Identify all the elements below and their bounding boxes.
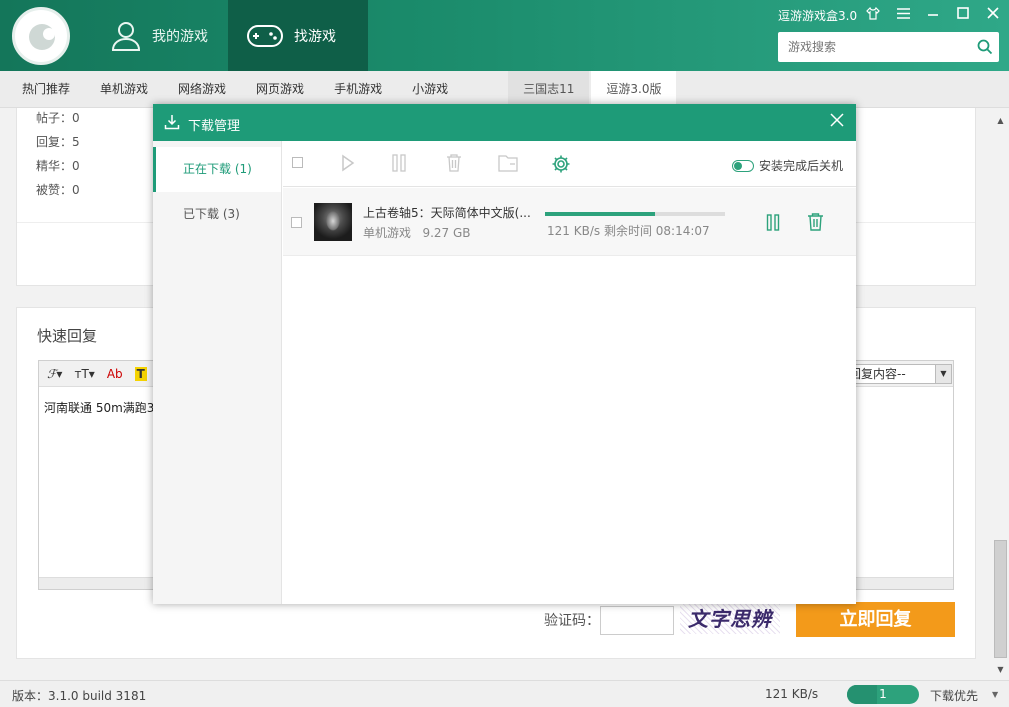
quick-reply-title: 快速回复	[37, 327, 98, 345]
item-speed: 121 KB/s	[547, 224, 601, 238]
dialog-sidebar: 正在下载 (1) 已下载 (3)	[153, 141, 282, 604]
dialog-title: 下载管理	[188, 119, 241, 134]
category-tab-single[interactable]: 单机游戏	[85, 71, 163, 108]
category-tab-mobile[interactable]: 手机游戏	[319, 71, 397, 108]
dialog-header: 下载管理	[153, 104, 856, 141]
select-all-checkbox[interactable]	[292, 157, 303, 168]
game-size: 9.27 GB	[422, 226, 471, 240]
open-tab-sanguozhi[interactable]: 三国志11	[508, 71, 590, 108]
category-tab-mini[interactable]: 小游戏	[397, 71, 463, 108]
download-count: 1	[879, 687, 887, 701]
download-progress-fill	[545, 212, 655, 216]
download-priority[interactable]: 下载优先	[930, 687, 978, 704]
captcha-image[interactable]: 文字思辨	[680, 604, 780, 634]
search-box	[778, 32, 999, 62]
item-remaining: 剩余时间 08:14:07	[603, 224, 710, 238]
category-tab-web[interactable]: 网页游戏	[241, 71, 319, 108]
page-scrollbar[interactable]: ▲ ▼	[992, 108, 1009, 678]
font-family-icon[interactable]: ℱ▾	[47, 367, 62, 381]
pause-icon[interactable]	[391, 154, 407, 172]
app-header: 我的游戏 找游戏 逗游游戏盒3.0	[0, 0, 1009, 71]
stat-posts: 帖子：0	[36, 111, 80, 125]
menu-icon[interactable]	[895, 5, 911, 21]
tab-downloading[interactable]: 正在下载 (1)	[153, 147, 281, 192]
captcha-label: 验证码：	[544, 613, 600, 629]
open-tab-douyou[interactable]: 逗游3.0版	[591, 71, 677, 108]
download-speed: 121 KB/s	[765, 687, 819, 701]
game-name: 上古卷轴5：天际简体中文版(...	[363, 206, 531, 220]
scroll-up-icon[interactable]: ▲	[992, 112, 1009, 129]
gear-icon[interactable]	[551, 154, 571, 174]
text-color-icon[interactable]: Ab	[107, 367, 123, 381]
search-icon[interactable]	[977, 39, 993, 55]
user-icon	[111, 21, 141, 51]
app-logo	[12, 7, 70, 65]
category-tabs: 热门推荐 单机游戏 网络游戏 网页游戏 手机游戏 小游戏 三国志11 逗游3.0…	[0, 71, 1009, 108]
minimize-icon[interactable]	[925, 5, 941, 21]
close-icon[interactable]	[985, 5, 1001, 21]
category-tab-online[interactable]: 网络游戏	[163, 71, 241, 108]
trash-icon[interactable]	[807, 213, 824, 231]
play-icon[interactable]	[341, 154, 355, 172]
captcha-input[interactable]	[600, 606, 674, 635]
game-category: 单机游戏	[363, 226, 412, 240]
game-meta: 单机游戏 9.27 GB	[363, 224, 471, 241]
download-progress-info: 121 KB/s 剩余时间 08:14:07	[547, 222, 710, 239]
game-cover-image	[314, 203, 352, 241]
app-title: 逗游游戏盒3.0	[778, 9, 858, 23]
scroll-down-icon[interactable]: ▼	[992, 661, 1009, 678]
window-controls	[865, 5, 1001, 21]
nav-tab-label: 我的游戏	[152, 28, 208, 45]
status-bar: 版本：3.1.0 build 3181 121 KB/s 1 下载优先 ▼	[0, 680, 1009, 707]
toggle-label: 安装完成后关机	[759, 159, 844, 173]
font-size-icon[interactable]: ᴛT▾	[74, 367, 94, 381]
category-tab-hot[interactable]: 热门推荐	[0, 71, 85, 108]
trash-icon[interactable]	[445, 154, 463, 172]
chevron-down-icon[interactable]: ▼	[992, 690, 998, 699]
highlight-icon[interactable]: T	[134, 366, 147, 381]
download-progress-bar	[545, 212, 725, 216]
search-input[interactable]	[778, 32, 963, 62]
stat-replies: 回复：5	[36, 135, 80, 149]
nav-tab-my-games[interactable]: 我的游戏	[96, 0, 228, 71]
pause-icon[interactable]	[766, 214, 780, 231]
download-count-badge[interactable]: 1	[847, 685, 919, 704]
row-checkbox[interactable]	[291, 217, 302, 228]
nav-tab-label: 找游戏	[294, 28, 336, 45]
folder-icon[interactable]	[498, 154, 518, 172]
skin-icon[interactable]	[865, 5, 881, 21]
download-manager-dialog: 下载管理 正在下载 (1) 已下载 (3) 安装完成后关机 上古卷轴5：天际简体…	[153, 104, 856, 604]
tab-downloaded[interactable]: 已下载 (3)	[153, 192, 281, 237]
toggle-switch[interactable]	[732, 159, 754, 172]
maximize-icon[interactable]	[955, 5, 971, 21]
shutdown-after-install-toggle[interactable]: 安装完成后关机	[732, 157, 843, 174]
stat-likes: 被赞：0	[36, 183, 80, 197]
close-icon[interactable]	[830, 113, 844, 127]
dialog-toolbar: 安装完成后关机	[283, 141, 856, 187]
gamepad-icon	[247, 24, 283, 47]
version-text: 版本：3.1.0 build 3181	[12, 689, 147, 703]
submit-reply-button[interactable]: 立即回复	[796, 602, 955, 637]
stat-featured: 精华：0	[36, 159, 80, 173]
scroll-thumb[interactable]	[994, 540, 1007, 658]
chevron-down-icon: ▼	[935, 365, 951, 383]
download-item-row[interactable]: 上古卷轴5：天际简体中文版(... 单机游戏 9.27 GB 121 KB/s …	[283, 188, 856, 256]
nav-tab-find-games[interactable]: 找游戏	[228, 0, 368, 71]
download-icon	[164, 115, 180, 130]
